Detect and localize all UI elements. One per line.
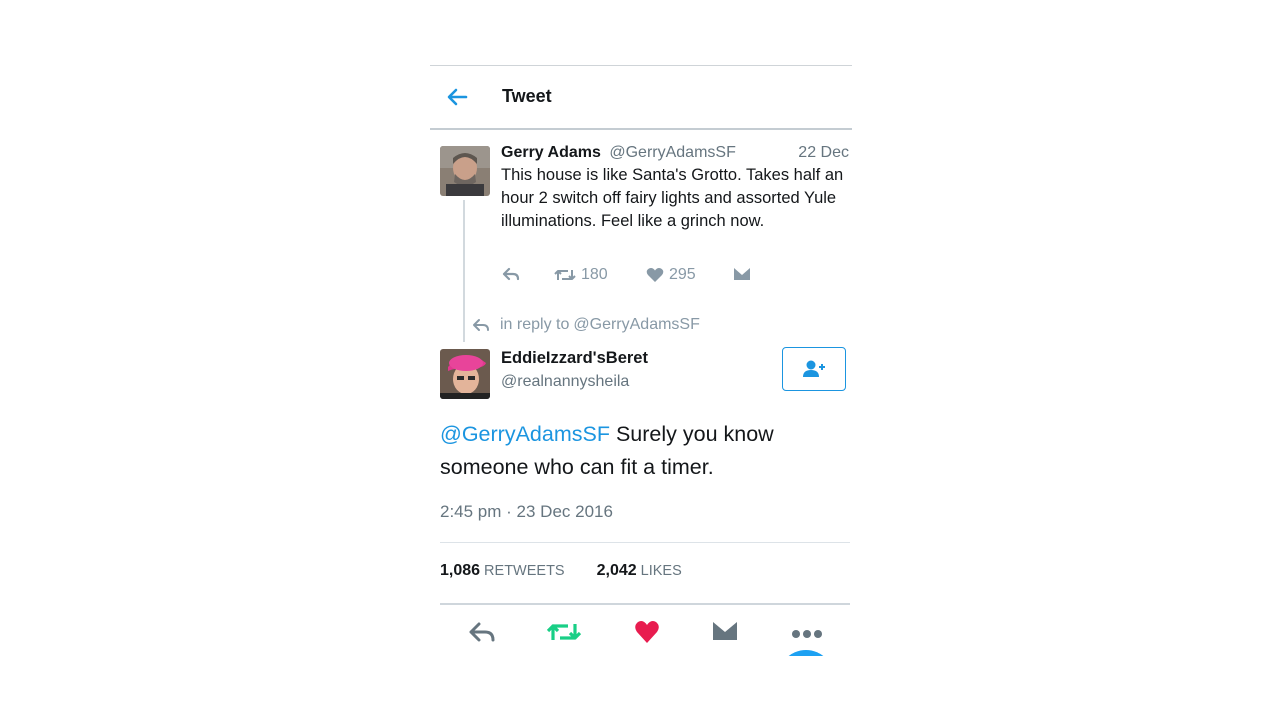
likes-stat[interactable]: 2,042 LIKES [597,562,682,579]
original-like-count: 295 [669,266,696,283]
reply-icon [469,622,495,642]
original-tweet-header: Gerry Adams @GerryAdamsSF 22 Dec [501,144,851,162]
reply-icon [502,267,520,281]
original-message-button[interactable] [733,266,751,282]
original-retweet-button[interactable]: 180 [554,266,608,284]
retweets-count: 1,086 [440,562,481,579]
retweet-icon [554,270,576,280]
stats-divider-bottom [440,603,850,605]
tweet-mention-link[interactable]: @GerryAdamsSF [440,422,610,446]
retweet-icon [546,624,582,640]
original-tweet-text: This house is like Santa's Grotto. Takes… [501,166,844,230]
avatar-image [440,349,490,399]
reply-author-handle[interactable]: @realnannysheila [501,373,629,391]
follow-button[interactable] [782,347,846,391]
original-author-handle[interactable]: @GerryAdamsSF [609,144,735,161]
tweet-detail-screen: Tweet Gerry Adams @GerryAdamsSF 22 Dec T… [430,64,852,656]
like-button[interactable] [634,620,660,649]
more-options-button[interactable] [791,627,823,645]
more-icon [792,630,822,638]
gerry-adams-avatar[interactable] [440,146,490,196]
direct-message-button[interactable] [712,620,738,647]
reply-author-name[interactable]: EddieIzzard'sBeret [501,349,648,368]
reply-button[interactable] [468,620,496,649]
heart-icon [635,621,659,643]
retweet-button[interactable] [546,620,582,649]
back-arrow-icon [447,88,468,106]
original-retweet-count: 180 [581,266,608,283]
message-icon [734,268,750,280]
follow-icon [803,360,825,377]
retweets-stat[interactable]: 1,086 RETWEETS [440,562,565,579]
avatar-image [440,146,490,196]
message-icon [713,622,737,640]
in-reply-to: in reply to @GerryAdamsSF [472,316,700,334]
header: Tweet [430,66,852,128]
back-button[interactable] [444,84,470,110]
page-title: Tweet [502,86,552,106]
original-tweet-date: 22 Dec [798,144,849,161]
original-author-name[interactable]: Gerry Adams [501,144,601,161]
heart-icon [646,268,664,282]
in-reply-to-handle[interactable]: @GerryAdamsSF [573,316,699,334]
in-reply-to-label: in reply to [500,316,570,333]
engagement-stats: 1,086 RETWEETS 2,042 LIKES [440,562,682,580]
original-like-button[interactable]: 295 [646,266,696,284]
eddie-izzard-beret-avatar[interactable] [440,349,490,399]
header-divider [430,128,852,130]
tweet-timestamp: 2:45 pm · 23 Dec 2016 [440,502,613,521]
compose-fab[interactable] [778,650,834,656]
likes-label: LIKES [640,563,682,579]
likes-count: 2,042 [596,562,637,579]
retweets-label: RETWEETS [484,563,565,579]
reply-tweet-text: @GerryAdamsSF Surely you know someone wh… [440,418,840,484]
stats-divider-top [440,542,850,543]
thread-line [463,200,465,342]
reply-icon [473,319,489,331]
original-reply-button[interactable] [502,266,520,282]
